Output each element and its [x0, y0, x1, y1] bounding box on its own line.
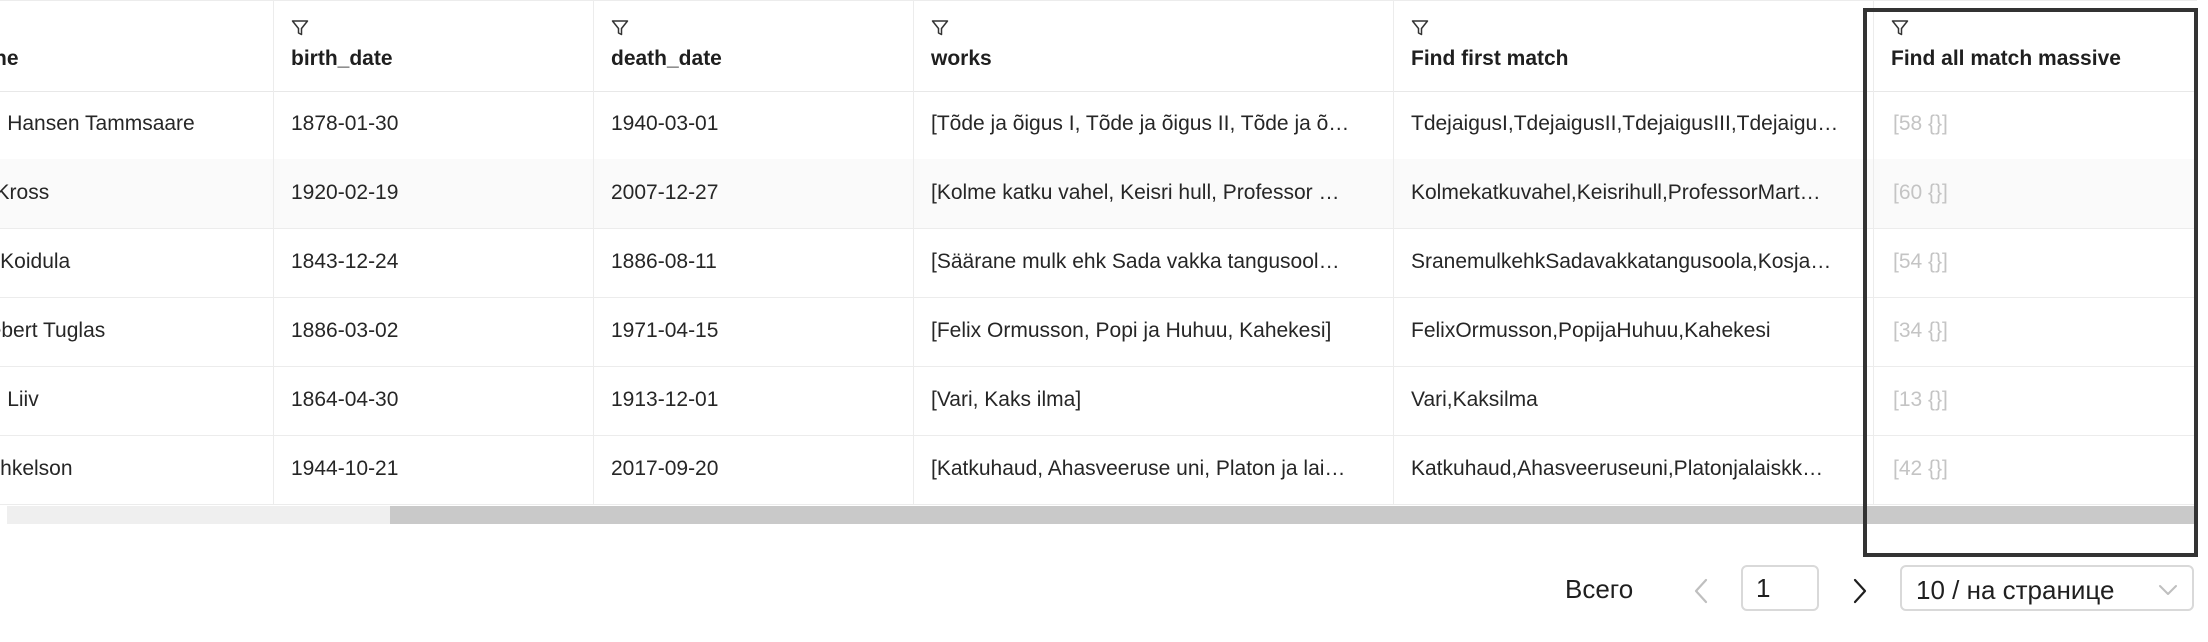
pagination-total-label: Всего — [1565, 574, 1634, 604]
cell-find-all-match-massive: [60 {}] — [1873, 159, 2197, 228]
filter-funnel-icon[interactable] — [611, 19, 629, 37]
cell-name: n Kross — [0, 181, 50, 204]
column-header-name[interactable]: ne — [0, 1, 273, 91]
chevron-down-icon — [2159, 585, 2177, 595]
table-row[interactable]: on Hansen Tammsaare 1878-01-30 1940-03-0… — [0, 90, 2197, 160]
cell-death-date: 2017-09-20 — [593, 435, 913, 504]
cell-find-first-match: Katkuhaud,Ahasveeruseuni,Platonjalaiskk… — [1393, 435, 1873, 504]
cell-find-all-match-massive: [42 {}] — [1873, 435, 2197, 504]
cell-find-first-match: Kolmekatkuvahel,Keisrihull,ProfessorMart… — [1393, 159, 1873, 228]
cell-death-date: 1940-03-01 — [593, 90, 913, 159]
cell-find-first-match: Vari,Kaksilma — [1393, 366, 1873, 435]
table-row[interactable]: an Liiv 1864-04-30 1913-12-01 [Vari, Kak… — [0, 366, 2197, 436]
column-header-label: Find first match — [1411, 47, 1569, 70]
page-number-input[interactable] — [1741, 565, 1819, 611]
column-header-label: works — [931, 47, 992, 70]
table-row[interactable]: ia Koidula 1843-12-24 1886-08-11 [Sääran… — [0, 228, 2197, 298]
page-size-select[interactable]: 10 / на странице — [1900, 565, 2194, 611]
column-header-label: birth_date — [291, 47, 393, 70]
cell-find-all-match-massive: [54 {}] — [1873, 228, 2197, 297]
cell-name: ia Koidula — [0, 250, 71, 273]
cell-death-date: 1886-08-11 — [593, 228, 913, 297]
cell-death-date: 2007-12-27 — [593, 159, 913, 228]
cell-birth-date: 1886-03-02 — [273, 297, 593, 366]
cell-find-first-match: FelixOrmusson,PopijaHuhuu,Kahekesi — [1393, 297, 1873, 366]
horizontal-scrollbar[interactable] — [7, 506, 2197, 524]
cell-find-first-match: TdejaigusI,TdejaigusII,TdejaigusIII,Tdej… — [1393, 90, 1873, 159]
cell-find-all-match-massive: [34 {}] — [1873, 297, 2197, 366]
chevron-left-icon — [1694, 578, 1708, 604]
cell-birth-date: 1944-10-21 — [273, 435, 593, 504]
next-page-button[interactable] — [1842, 571, 1878, 611]
table-row[interactable]: debert Tuglas 1886-03-02 1971-04-15 [Fel… — [0, 297, 2197, 367]
cell-name: an Liiv — [0, 388, 39, 411]
page-size-label: 10 / на странице — [1916, 575, 2115, 605]
cell-name: on Hansen Tammsaare — [0, 112, 195, 135]
column-header-birth-date[interactable]: birth_date — [273, 1, 593, 91]
cell-birth-date: 1843-12-24 — [273, 228, 593, 297]
column-header-find-all-match-massive[interactable]: Find all match massive — [1873, 1, 2197, 91]
chevron-right-icon — [1853, 578, 1867, 604]
table-row[interactable]: Mihkelson 1944-10-21 2017-09-20 [Katkuha… — [0, 435, 2197, 505]
prev-page-button[interactable] — [1683, 571, 1719, 611]
data-table: ne birth_date death_date works Find firs… — [0, 0, 2197, 524]
cell-birth-date: 1878-01-30 — [273, 90, 593, 159]
cell-birth-date: 1864-04-30 — [273, 366, 593, 435]
cell-works: [Säärane mulk ehk Sada vakka tangusool… — [913, 228, 1393, 297]
filter-funnel-icon[interactable] — [1411, 19, 1429, 37]
cell-works: [Vari, Kaks ilma] — [913, 366, 1393, 435]
table-row[interactable]: n Kross 1920-02-19 2007-12-27 [Kolme kat… — [0, 159, 2197, 229]
cell-works: [Tõde ja õigus I, Tõde ja õigus II, Tõde… — [913, 90, 1393, 159]
column-header-works[interactable]: works — [913, 1, 1393, 91]
filter-funnel-icon[interactable] — [1891, 19, 1909, 37]
cell-birth-date: 1920-02-19 — [273, 159, 593, 228]
cell-death-date: 1913-12-01 — [593, 366, 913, 435]
scrollbar-thumb[interactable] — [390, 506, 2197, 524]
column-header-death-date[interactable]: death_date — [593, 1, 913, 91]
cell-name: Mihkelson — [0, 457, 73, 480]
cell-find-all-match-massive: [58 {}] — [1873, 90, 2197, 159]
column-header-find-first-match[interactable]: Find first match — [1393, 1, 1873, 91]
cell-works: [Katkuhaud, Ahasveeruse uni, Platon ja l… — [913, 435, 1393, 504]
cell-find-all-match-massive: [13 {}] — [1873, 366, 2197, 435]
column-header-label: Find all match massive — [1891, 47, 2121, 70]
table-header: ne birth_date death_date works Find firs… — [0, 0, 2197, 92]
cell-death-date: 1971-04-15 — [593, 297, 913, 366]
cell-works: [Felix Ormusson, Popi ja Huhuu, Kahekesi… — [913, 297, 1393, 366]
column-header-label: death_date — [611, 47, 722, 70]
cell-name: debert Tuglas — [0, 319, 106, 342]
column-header-label: ne — [0, 47, 19, 70]
cell-find-first-match: SranemulkehkSadavakkatangusoola,Kosja… — [1393, 228, 1873, 297]
cell-works: [Kolme katku vahel, Keisri hull, Profess… — [913, 159, 1393, 228]
filter-funnel-icon[interactable] — [931, 19, 949, 37]
filter-funnel-icon[interactable] — [291, 19, 309, 37]
